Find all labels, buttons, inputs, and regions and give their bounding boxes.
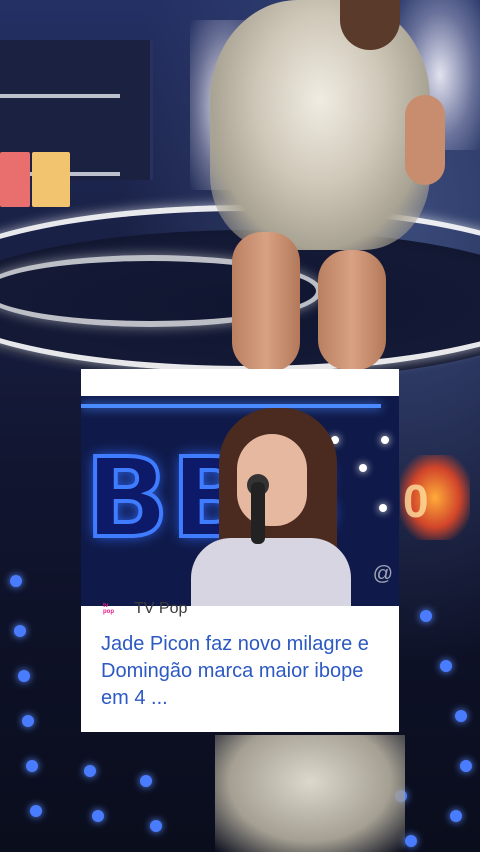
leg bbox=[232, 232, 300, 372]
stage-light bbox=[455, 710, 467, 722]
news-link-card[interactable]: BBB @ tv pop TV Pop Jade Picon faz novo … bbox=[81, 369, 399, 732]
background-sign-text: 0 bbox=[403, 475, 429, 527]
presenter-dress bbox=[191, 538, 351, 606]
stage-light bbox=[18, 670, 30, 682]
stage-light bbox=[26, 760, 38, 772]
studio-light bbox=[381, 436, 389, 444]
stage-light bbox=[460, 760, 472, 772]
stage-light bbox=[92, 810, 104, 822]
studio-light bbox=[359, 464, 367, 472]
stage-light bbox=[420, 610, 432, 622]
source-row: tv pop TV Pop bbox=[103, 600, 187, 618]
news-thumbnail[interactable]: BBB @ bbox=[81, 396, 399, 606]
stage-light bbox=[150, 820, 162, 832]
stage-light bbox=[450, 810, 462, 822]
leg bbox=[318, 250, 386, 370]
shelf-book bbox=[0, 152, 30, 207]
studio-light bbox=[379, 504, 387, 512]
stage-light bbox=[10, 575, 22, 587]
source-name: TV Pop bbox=[134, 600, 188, 617]
stage-light bbox=[22, 715, 34, 727]
microphone-handle bbox=[251, 482, 265, 544]
stage-light bbox=[405, 835, 417, 847]
shelf-book bbox=[32, 152, 70, 207]
background-shelf bbox=[0, 40, 153, 207]
stage-light bbox=[140, 775, 152, 787]
stage-light bbox=[30, 805, 42, 817]
reflection-dress bbox=[215, 735, 405, 852]
broadcaster-watermark: @ bbox=[372, 563, 393, 585]
stage-light bbox=[84, 765, 96, 777]
news-headline-link[interactable]: Jade Picon faz novo milagre e Domingão m… bbox=[101, 631, 386, 712]
neon-strip bbox=[81, 404, 381, 408]
arm bbox=[405, 95, 445, 185]
stage-light bbox=[440, 660, 452, 672]
source-logo-icon: tv pop bbox=[103, 603, 114, 615]
sequin-dress bbox=[210, 0, 430, 250]
shelf-light bbox=[0, 94, 120, 98]
stage-light bbox=[14, 625, 26, 637]
